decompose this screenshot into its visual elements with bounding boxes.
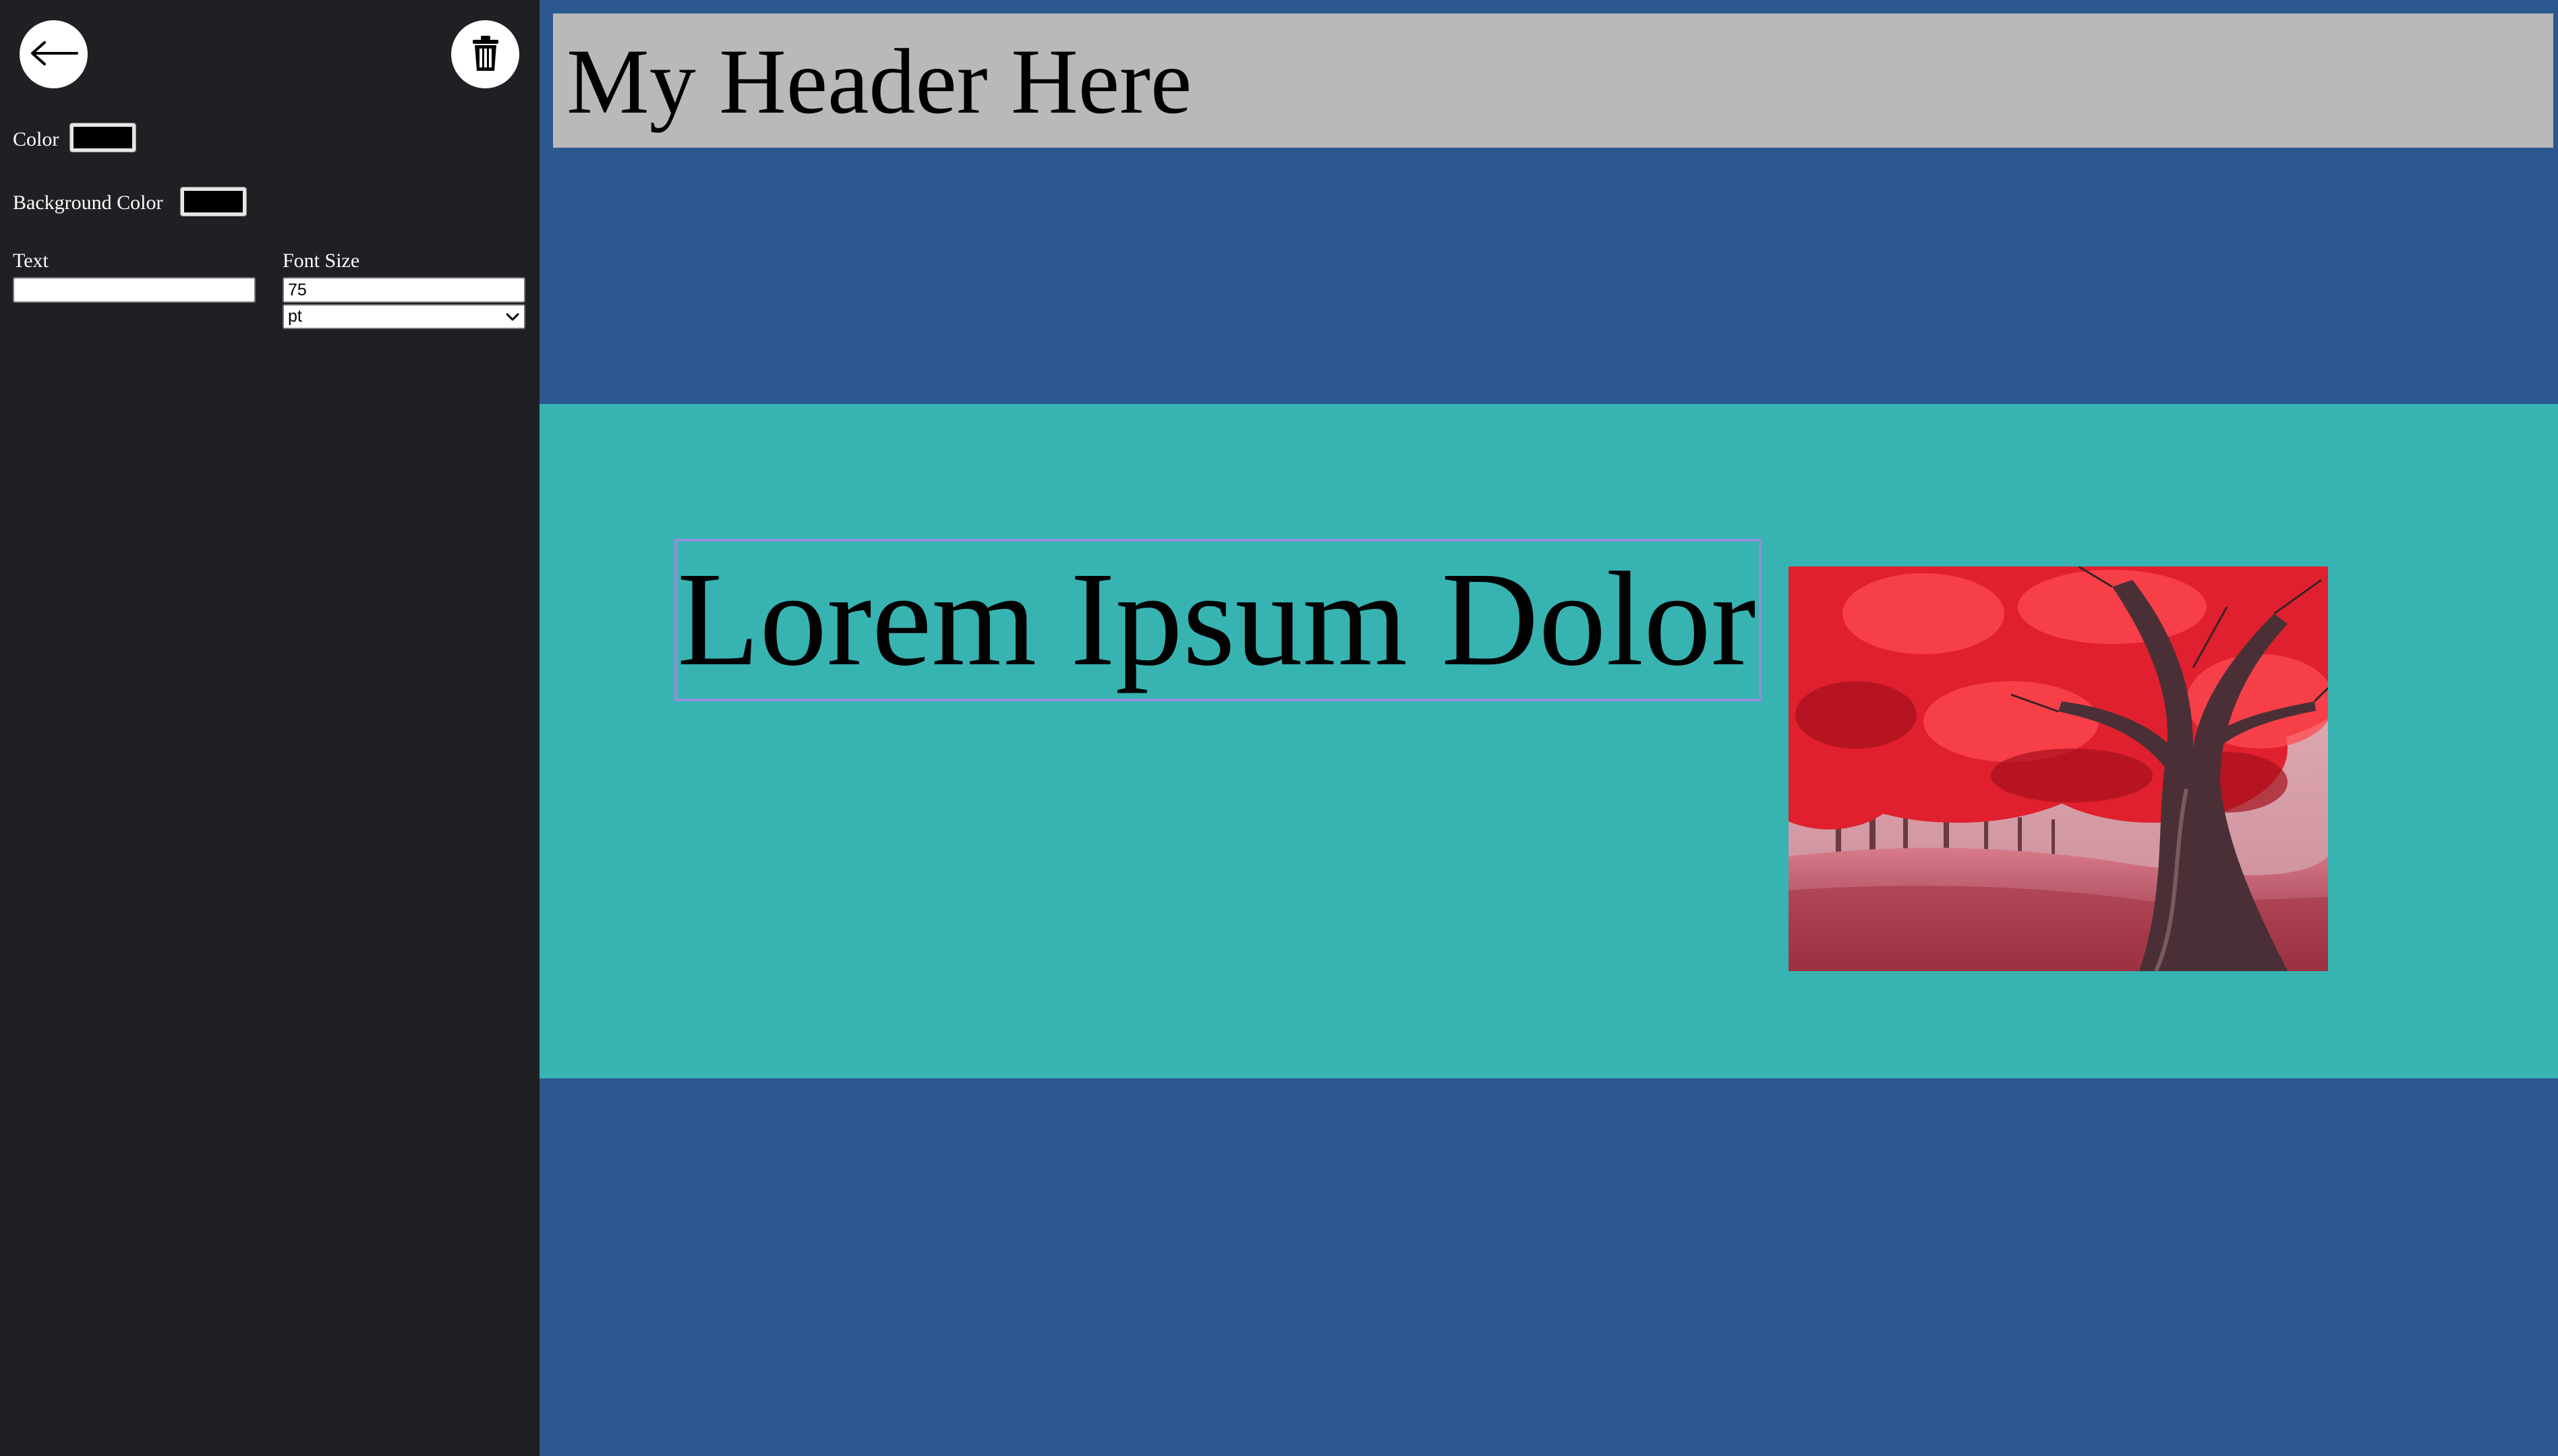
left-arrow-icon: [30, 40, 78, 69]
trash-icon: [471, 34, 500, 74]
selected-text-block[interactable]: Lorem Ipsum Dolor: [674, 539, 1762, 701]
font-size-unit-value: pt: [288, 307, 302, 326]
font-size-unit-select[interactable]: pt: [283, 304, 525, 329]
background-color-picker[interactable]: [180, 187, 247, 216]
chevron-down-icon: [505, 307, 520, 326]
red-tree-image[interactable]: [1789, 566, 2328, 971]
font-size-input[interactable]: [283, 277, 525, 303]
header-text: My Header Here: [566, 30, 1192, 133]
background-color-label: Background Color: [13, 192, 163, 214]
header-block[interactable]: My Header Here: [553, 13, 2553, 148]
back-button[interactable]: [20, 20, 88, 88]
main-text: Lorem Ipsum Dolor: [677, 545, 1756, 694]
color-label: Color: [13, 128, 59, 150]
color-picker[interactable]: [69, 123, 136, 152]
delete-button[interactable]: [451, 20, 519, 88]
content-section[interactable]: Lorem Ipsum Dolor: [540, 404, 2558, 1078]
text-label: Text: [13, 250, 49, 272]
editor-sidebar: Color Background Color Text Font Size pt: [0, 0, 540, 1456]
text-input[interactable]: [13, 277, 256, 303]
font-size-label: Font Size: [283, 250, 360, 272]
